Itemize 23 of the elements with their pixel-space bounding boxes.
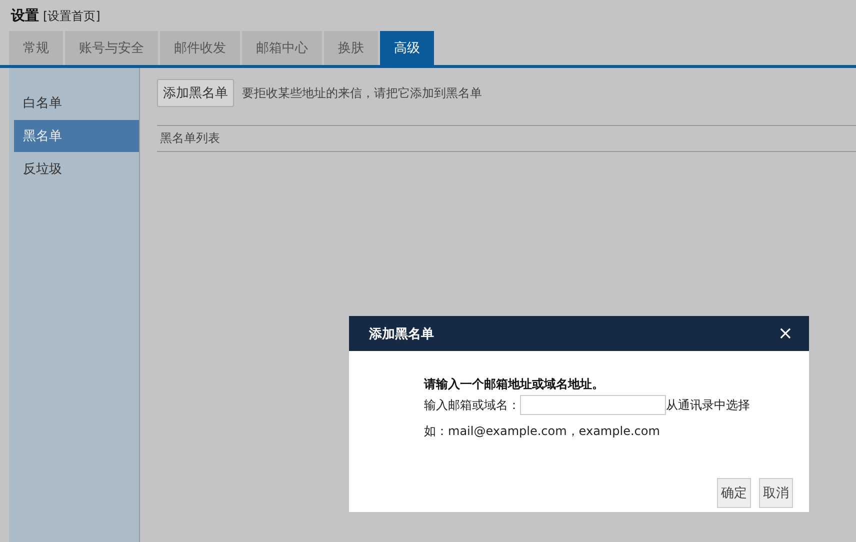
sidebar-item[interactable]: 反垃圾: [14, 153, 139, 185]
dialog-button[interactable]: 确定: [717, 478, 751, 508]
example-text: 如：mail@example.com，example.com: [424, 423, 661, 440]
settings-tab[interactable]: 邮件收发: [160, 31, 240, 65]
hint-text: 要拒收某些地址的来信，请把它添加到黑名单: [242, 84, 482, 102]
settings-tab[interactable]: 邮箱中心: [242, 31, 322, 65]
field-label: 输入邮箱或域名：: [424, 396, 520, 414]
list-header: 黑名单列表: [157, 125, 856, 152]
dialog-title: 添加黑名单: [369, 326, 434, 342]
instruction-text: 请输入一个邮箱地址或域名地址。: [424, 376, 605, 393]
settings-tab[interactable]: 常规: [9, 31, 63, 65]
breadcrumb-link[interactable]: [设置首页]: [43, 8, 100, 25]
settings-tab[interactable]: 换肤: [324, 31, 378, 65]
contacts-link[interactable]: 从通讯录中选择: [666, 396, 750, 414]
close-button[interactable]: ×: [778, 324, 793, 342]
dialog-button[interactable]: 取消: [759, 478, 793, 508]
input-field[interactable]: [520, 395, 666, 415]
settings-tab[interactable]: 账号与安全: [65, 31, 158, 65]
add-blacklist-button[interactable]: 添加黑名单: [157, 79, 234, 107]
sidebar-item[interactable]: 白名单: [14, 87, 139, 119]
sidebar-item[interactable]: 黑名单: [14, 120, 139, 152]
page-title: 设置: [11, 7, 39, 25]
settings-tab[interactable]: 高级: [380, 31, 434, 65]
